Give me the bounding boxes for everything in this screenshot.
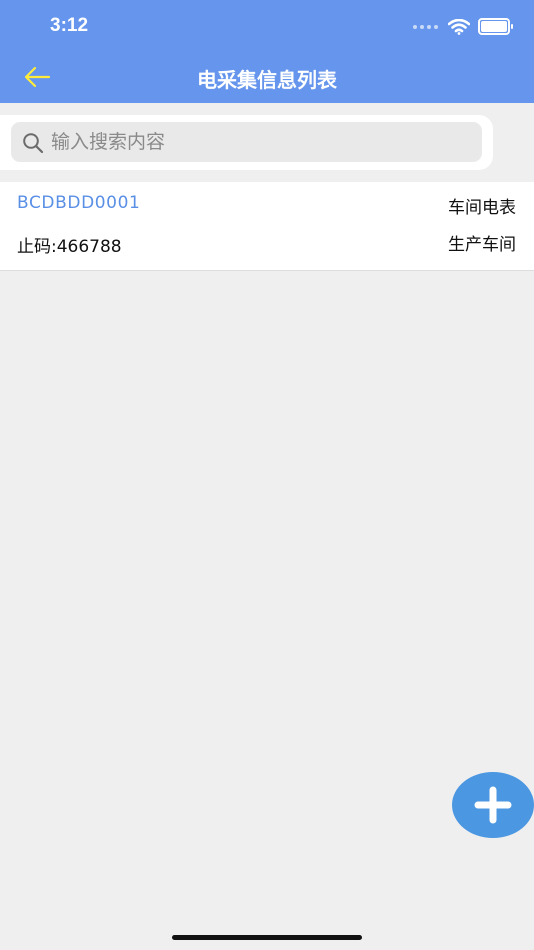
battery-icon [478,18,513,35]
header-bar: 3:12 电采集信息列表 [0,0,534,103]
item-reading: 止码:466788 [17,237,122,257]
status-time: 3:12 [50,15,89,36]
signal-icon [413,24,438,29]
item-meter-name: 车间电表 [448,198,516,218]
search-box[interactable] [11,122,482,162]
list-item[interactable]: BCDBDD0001 车间电表 止码:466788 生产车间 [0,182,534,270]
search-icon [23,133,44,154]
home-indicator [172,935,362,940]
status-icons [413,18,513,35]
search-input[interactable] [51,125,471,159]
page-title: 电采集信息列表 [197,68,337,92]
wifi-icon [448,18,470,35]
search-bar [0,115,493,170]
plus-icon [474,786,512,824]
item-workshop: 生产车间 [448,235,516,255]
list-divider [0,270,534,271]
add-button[interactable] [452,772,534,838]
item-code: BCDBDD0001 [17,193,141,213]
